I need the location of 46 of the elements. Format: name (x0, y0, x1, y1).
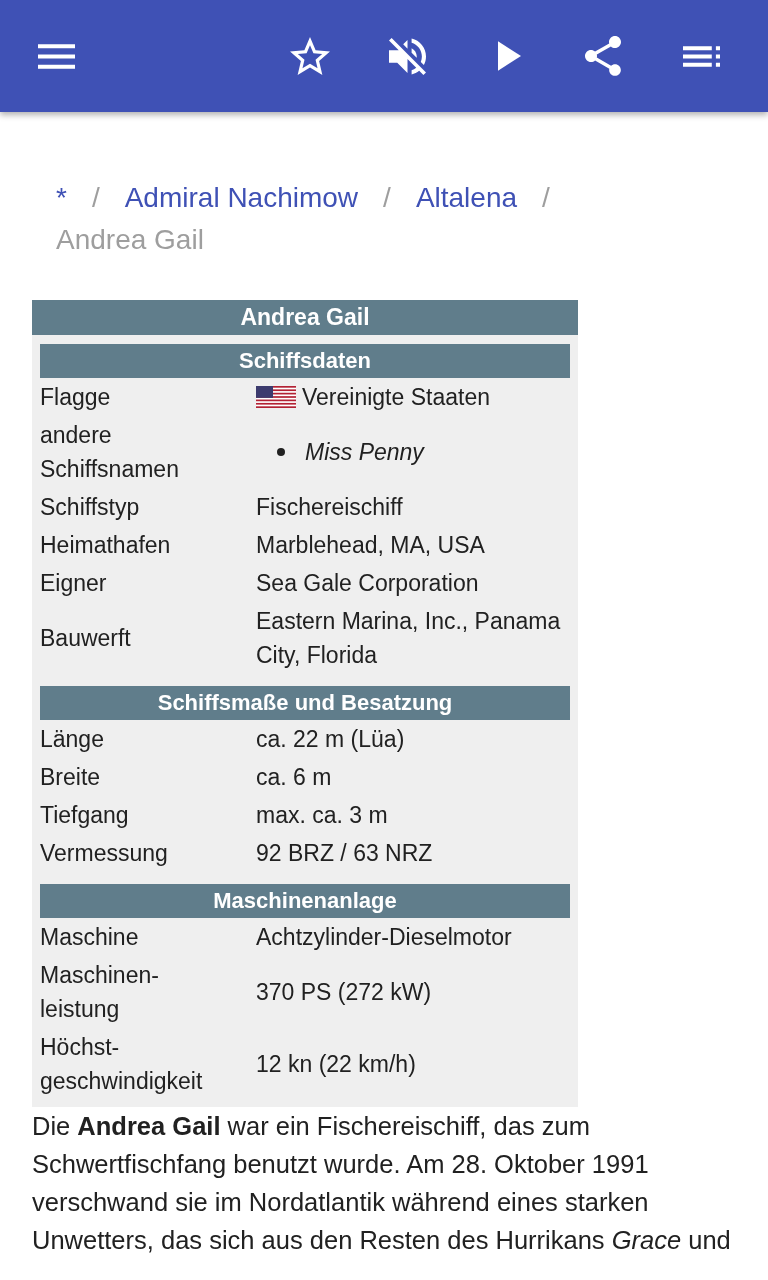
flag-icon (256, 386, 296, 408)
field-value: Eastern Marina, Inc., Panama City, Florida (256, 607, 562, 670)
menu-icon[interactable] (38, 43, 75, 69)
breadcrumb-link[interactable]: Admiral Nachimow (124, 177, 359, 219)
field-value: Fischereischiff (256, 493, 403, 522)
list-item: Miss Penny (305, 438, 424, 467)
play-icon[interactable] (498, 41, 521, 71)
field-value: Marblehead, MA, USA (256, 531, 485, 560)
field-label: Breite (40, 764, 101, 790)
field-label: Maschinen-leistung (40, 962, 159, 1022)
field-label: Bauwerft (40, 625, 131, 651)
field-label: Heimathafen (40, 532, 171, 558)
field-value: Sea Gale Corporation (256, 569, 479, 598)
field-label: Flagge (40, 384, 111, 410)
field-value: max. ca. 3 m (256, 801, 388, 830)
muted-speaker-icon[interactable] (389, 37, 426, 75)
field-label: Tiefgang (40, 802, 129, 828)
section-header: Schiffsmaße und Besatzung (40, 686, 570, 720)
field-label: Vermessung (40, 840, 168, 866)
list-icon[interactable] (683, 45, 720, 67)
field-label: Maschine (40, 924, 139, 950)
field-value: 370 PS (272 kW) (256, 978, 432, 1007)
field-label: Eigner (40, 570, 107, 596)
field-value: ca. 6 m (256, 763, 332, 792)
article-paragraph: Die Andrea Gail war ein Fischereischiff, das zum Schwertfischfang benutzt wurde. Am 28. Oktober 1991 verschwand sie im Nordatlantik während eines starken Unwetters, das sich aus den Resten des Hurrikans Grace und (31, 1111, 732, 1256)
section-header: Schiffsdaten (40, 344, 570, 378)
field-label: Länge (40, 726, 104, 752)
field-value: ca. 22 m (Lüa) (256, 725, 405, 754)
breadcrumb-separator: / (91, 181, 100, 215)
field-label: Höchst-geschwindigkeit (40, 1034, 203, 1094)
bullet-icon (277, 448, 285, 456)
current-page-label: Andrea Gail (56, 223, 204, 257)
share-icon[interactable] (585, 36, 621, 76)
breadcrumb-separator: / (383, 181, 391, 215)
field-value: Vereinigte Staaten (302, 383, 490, 412)
star-icon[interactable] (290, 37, 330, 75)
field-label: andere Schiffsnamen (40, 422, 179, 482)
field-value: 92 BRZ / 63 NRZ (256, 839, 433, 868)
field-value: Achtzylinder-Dieselmotor (256, 923, 512, 952)
section-header: Maschinenanlage (40, 884, 570, 918)
field-label: Schiffstyp (40, 494, 140, 520)
breadcrumb-link[interactable]: Altalena (415, 177, 518, 219)
breadcrumb-separator: / (542, 181, 550, 215)
breadcrumb-link[interactable]: * (56, 177, 67, 219)
infobox-title: Andrea Gail (32, 300, 578, 335)
field-value: 12 kn (22 km/h) (256, 1050, 416, 1079)
